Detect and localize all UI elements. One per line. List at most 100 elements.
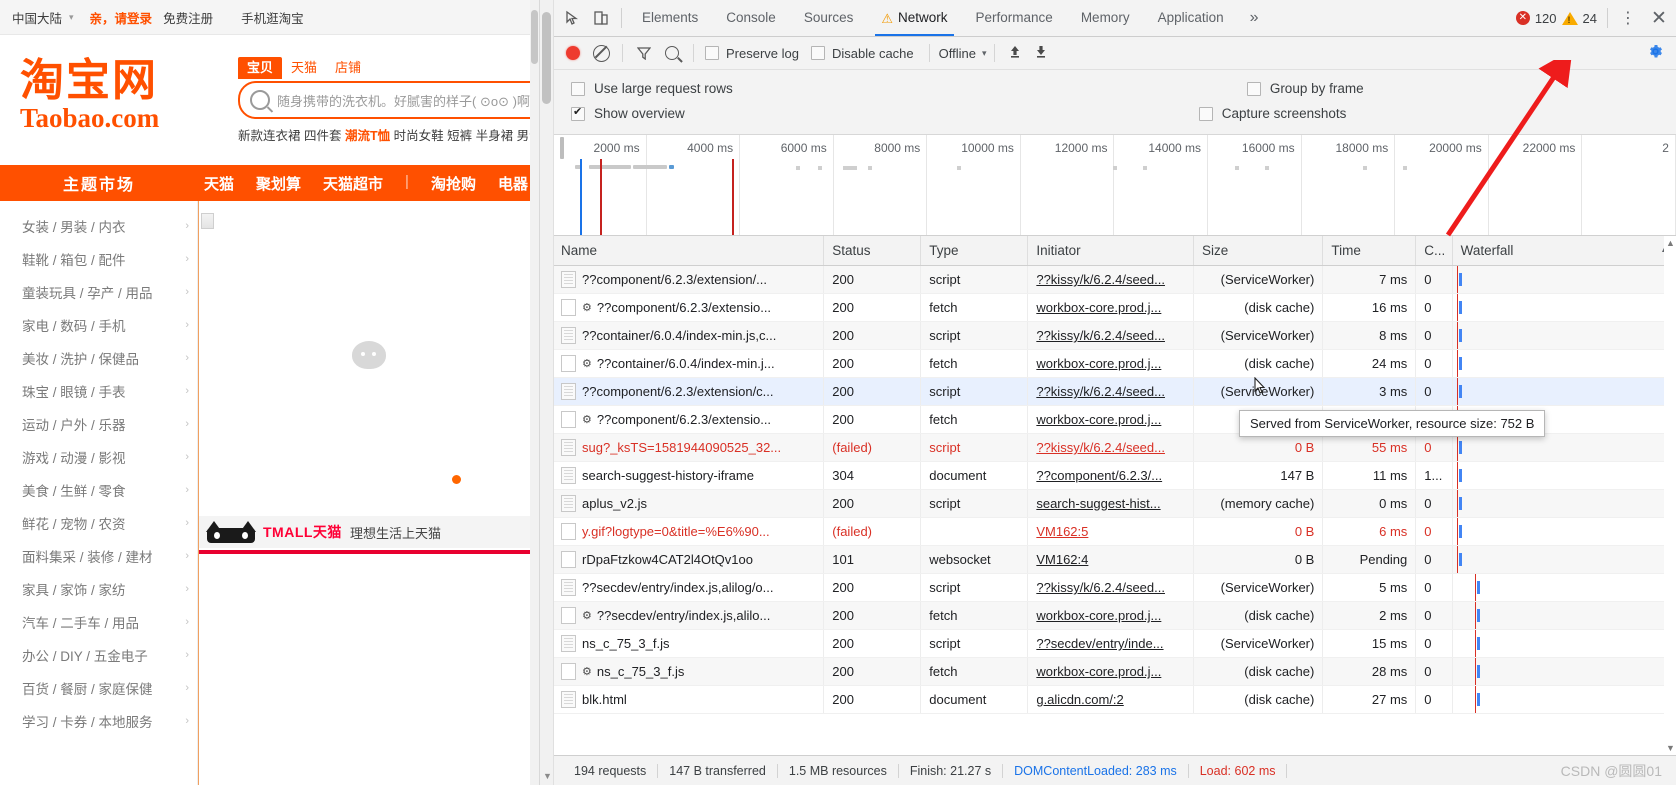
category-item[interactable]: 面料集采 / 装修 / 建材 ›: [0, 539, 197, 572]
cell-initiator[interactable]: VM162:5: [1027, 517, 1195, 546]
table-row[interactable]: ??component/6.2.3/extension/c... 200 scrip…: [553, 377, 1676, 406]
initiator-link[interactable]: workbox-core.prod.j...: [1036, 300, 1161, 315]
show-overview-checkbox[interactable]: Show overview: [571, 105, 685, 121]
category-item[interactable]: 鞋靴 / 箱包 / 配件 ›: [0, 242, 197, 275]
initiator-link[interactable]: ??component/6.2.3/...: [1036, 468, 1162, 483]
cell-initiator[interactable]: workbox-core.prod.j...: [1027, 349, 1195, 378]
inspect-element-icon[interactable]: [559, 5, 587, 31]
table-scrollbar[interactable]: ▲ ▼: [1664, 236, 1676, 755]
cell-initiator[interactable]: ??kissy/k/6.2.4/seed...: [1027, 321, 1195, 350]
filter-icon[interactable]: [630, 40, 658, 66]
initiator-link[interactable]: g.alicdn.com/:2: [1036, 692, 1123, 707]
export-har-icon[interactable]: [1028, 44, 1054, 62]
initiator-link[interactable]: search-suggest-hist...: [1036, 496, 1160, 511]
scroll-down-arrow-icon[interactable]: ▼: [1666, 743, 1675, 753]
region-selector[interactable]: 中国大陆: [12, 8, 62, 27]
cell-initiator[interactable]: ??kissy/k/6.2.4/seed...: [1027, 265, 1195, 294]
column-header-connection[interactable]: C...: [1415, 236, 1453, 266]
page-scrollbar[interactable]: [530, 0, 539, 785]
toggle-device-toolbar-icon[interactable]: [587, 5, 615, 31]
search-tab-baobei[interactable]: 宝贝: [238, 57, 283, 79]
column-header-time[interactable]: Time: [1322, 236, 1417, 266]
tab-performance[interactable]: Performance: [962, 0, 1067, 36]
cell-name[interactable]: ??secdev/entry/index.js,alilog/o...: [553, 573, 825, 602]
scroll-down-arrow-icon[interactable]: ▼: [543, 771, 552, 781]
table-row[interactable]: ??secdev/entry/index.js,alilog/o... 200 sc…: [553, 573, 1676, 602]
group-by-frame-checkbox[interactable]: Group by frame: [1246, 81, 1364, 96]
cell-initiator[interactable]: workbox-core.prod.j...: [1027, 601, 1195, 630]
table-row[interactable]: blk.html 200 document g.alicdn.com/:2 (disk …: [553, 685, 1676, 714]
cell-name[interactable]: search-suggest-history-iframe: [553, 461, 825, 490]
cell-name[interactable]: ⚙ ??component/6.2.3/extensio...: [553, 405, 825, 434]
cell-name[interactable]: ⚙ ns_c_75_3_f.js: [553, 657, 825, 686]
nav-item-juhuasuan[interactable]: 聚划算: [256, 173, 301, 194]
tab-sources[interactable]: Sources: [790, 0, 868, 36]
search-tab-tmall[interactable]: 天猫: [282, 57, 326, 79]
page-scrollbar-thumb[interactable]: [531, 10, 538, 64]
close-devtools-icon[interactable]: ✕: [1642, 7, 1676, 30]
import-har-icon[interactable]: [1002, 44, 1028, 62]
initiator-link[interactable]: ??kissy/k/6.2.4/seed...: [1036, 272, 1165, 287]
category-item[interactable]: 百货 / 餐厨 / 家庭保健 ›: [0, 671, 197, 704]
category-item[interactable]: 运动 / 户外 / 乐器 ›: [0, 407, 197, 440]
cell-name[interactable]: ⚙ ??component/6.2.3/extensio...: [553, 293, 825, 322]
throttling-select[interactable]: Offline ▾: [937, 46, 987, 61]
initiator-link[interactable]: VM162:5: [1036, 524, 1088, 539]
cell-name[interactable]: ??component/6.2.3/extension/c...: [553, 377, 825, 406]
tab-memory[interactable]: Memory: [1067, 0, 1144, 36]
column-header-initiator[interactable]: Initiator: [1027, 236, 1195, 266]
hot-keyword[interactable]: 时尚女鞋: [394, 129, 444, 143]
table-row[interactable]: rDpaFtzkow4CAT2l4OtQv1oo 101 websocket VM16…: [553, 545, 1676, 574]
gear-icon[interactable]: [1640, 43, 1670, 63]
table-row[interactable]: ns_c_75_3_f.js 200 script ??secdev/entry/in…: [553, 629, 1676, 658]
issue-counters[interactable]: ✕ 120 24: [1515, 11, 1601, 26]
table-row[interactable]: sug?_ksTS=1581944090525_32... (failed) scr…: [553, 433, 1676, 462]
register-link[interactable]: 免费注册: [163, 8, 213, 27]
tab-application[interactable]: Application: [1144, 0, 1238, 36]
category-item[interactable]: 家具 / 家饰 / 家纺 ›: [0, 572, 197, 605]
initiator-link[interactable]: ??kissy/k/6.2.4/seed...: [1036, 384, 1165, 399]
initiator-link[interactable]: ??kissy/k/6.2.4/seed...: [1036, 440, 1165, 455]
capture-screenshots-checkbox[interactable]: Capture screenshots: [1198, 106, 1346, 121]
cell-initiator[interactable]: ??kissy/k/6.2.4/seed...: [1027, 377, 1195, 406]
nav-item-tmall[interactable]: 天猫: [204, 173, 234, 194]
tab-elements[interactable]: Elements: [628, 0, 712, 36]
cell-initiator[interactable]: workbox-core.prod.j...: [1027, 293, 1195, 322]
hot-keyword[interactable]: 半身裙: [476, 129, 514, 143]
chevron-down-icon[interactable]: ▾: [69, 12, 74, 23]
cell-name[interactable]: ⚙ ??secdev/entry/index.js,alilo...: [553, 601, 825, 630]
column-header-size[interactable]: Size: [1193, 236, 1324, 266]
table-row[interactable]: ??container/6.0.4/index-min.js,c... 200 sc…: [553, 321, 1676, 350]
clear-icon[interactable]: [587, 40, 615, 66]
cell-initiator[interactable]: workbox-core.prod.j...: [1027, 657, 1195, 686]
cell-initiator[interactable]: g.alicdn.com/:2: [1027, 685, 1195, 714]
use-large-request-rows-checkbox[interactable]: Use large request rows: [571, 81, 733, 96]
devtools-scrollbar-thumb[interactable]: [542, 12, 551, 104]
category-item[interactable]: 家电 / 数码 / 手机 ›: [0, 308, 197, 341]
initiator-link[interactable]: workbox-core.prod.j...: [1036, 356, 1161, 371]
nav-item-tmall-supermarket[interactable]: 天猫超市: [323, 173, 383, 194]
cell-name[interactable]: sug?_ksTS=1581944090525_32...: [553, 433, 825, 462]
tab-network[interactable]: ⚠ Network: [867, 0, 961, 36]
column-header-type[interactable]: Type: [920, 236, 1029, 266]
cell-initiator[interactable]: ??secdev/entry/inde...: [1027, 629, 1195, 658]
category-item[interactable]: 美食 / 生鲜 / 零食 ›: [0, 473, 197, 506]
category-item[interactable]: 办公 / DIY / 五金电子 ›: [0, 638, 197, 671]
category-item[interactable]: 童装玩具 / 孕产 / 用品 ›: [0, 275, 197, 308]
hot-keyword[interactable]: 四件套: [304, 129, 342, 143]
category-item[interactable]: 珠宝 / 眼镜 / 手表 ›: [0, 374, 197, 407]
cell-initiator[interactable]: ??component/6.2.3/...: [1027, 461, 1195, 490]
initiator-link[interactable]: ??secdev/entry/inde...: [1036, 636, 1163, 651]
table-row[interactable]: ⚙ ??component/6.2.3/extensio... 200 fetch wo…: [553, 293, 1676, 322]
table-row[interactable]: ⚙ ns_c_75_3_f.js 200 fetch workbox-core.prod…: [553, 657, 1676, 686]
search-input[interactable]: 随身携带的洗衣机。好腻害的样子( ⊙o⊙ )啊！: [238, 81, 539, 119]
hot-keyword[interactable]: 短裤: [447, 129, 472, 143]
category-item[interactable]: 鲜花 / 宠物 / 农资 ›: [0, 506, 197, 539]
tab-console[interactable]: Console: [712, 0, 790, 36]
tmall-banner[interactable]: TMALL天猫 理想生活上天猫: [199, 516, 539, 548]
cell-name[interactable]: y.gif?logtype=0&title=%E6%90...: [553, 517, 825, 546]
cell-name[interactable]: ??container/6.0.4/index-min.js,c...: [553, 321, 825, 350]
initiator-link[interactable]: ??kissy/k/6.2.4/seed...: [1036, 328, 1165, 343]
nav-item-appliance[interactable]: 电器: [498, 173, 528, 194]
initiator-link[interactable]: ??kissy/k/6.2.4/seed...: [1036, 580, 1165, 595]
